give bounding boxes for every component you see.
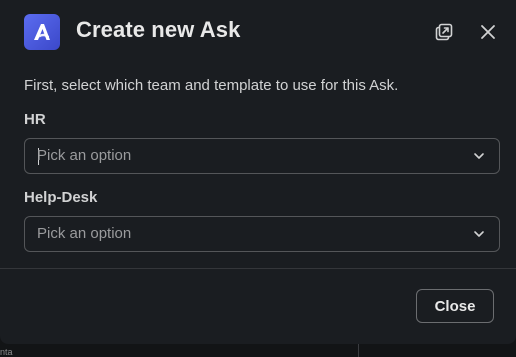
backdrop-divider (358, 344, 359, 357)
close-icon (481, 25, 495, 39)
ask-app-logo-icon (24, 14, 60, 50)
chevron-down-icon (474, 153, 484, 159)
modal-title: Create new Ask (76, 17, 241, 42)
hr-select[interactable]: Pick an option (24, 138, 500, 174)
ask-logo-glyph-icon (34, 24, 50, 40)
hr-select-placeholder: Pick an option (37, 147, 132, 164)
close-modal-button[interactable] (474, 18, 502, 46)
help-desk-field-label: Help-Desk (24, 189, 98, 206)
popout-button[interactable] (430, 18, 458, 46)
intro-text: First, select which team and template to… (24, 77, 399, 94)
modal-header: Create new Ask (24, 14, 502, 50)
close-button[interactable]: Close (416, 289, 494, 323)
create-ask-modal: Create new Ask First, select which team … (0, 0, 516, 344)
footer-divider (0, 268, 516, 269)
chevron-down-icon (474, 231, 484, 237)
popout-icon (435, 23, 453, 41)
help-desk-select-placeholder: Pick an option (37, 225, 132, 242)
hr-field-label: HR (24, 111, 46, 128)
backdrop-text-fragment: nta (0, 347, 13, 357)
help-desk-select[interactable]: Pick an option (24, 216, 500, 252)
